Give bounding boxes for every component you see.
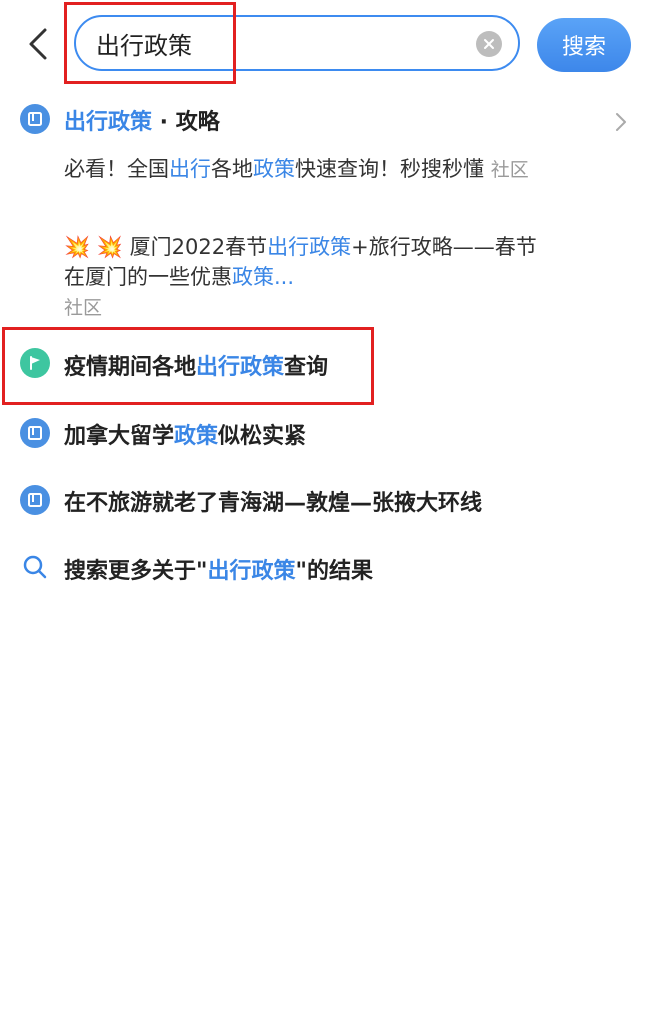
community-tag: 社区 (490, 159, 529, 181)
suggestion-policy-query[interactable]: 疫情期间各地出行政策查询 (64, 349, 328, 381)
chevron-right-icon[interactable] (611, 110, 631, 134)
search-page: 搜索 出行政策 · 攻略 必看！全国出行各地政策快速查询！秒搜秒懂 社区 💥 💥… (0, 0, 649, 1024)
guide-title-rest: · 攻略 (152, 110, 220, 135)
guide-icon (20, 418, 50, 448)
search-more-link[interactable]: 搜索更多关于"出行政策"的结果 (64, 553, 373, 585)
guide-title[interactable]: 出行政策 · 攻略 (64, 104, 220, 136)
community-tag: 社区 (64, 297, 103, 319)
chevron-left-icon (29, 28, 47, 60)
explosion-emoji: 💥 💥 (64, 235, 123, 259)
guide-icon (20, 485, 50, 515)
clear-button[interactable] (476, 31, 502, 57)
suggestion-canada-study[interactable]: 加拿大留学政策似松实紧 (64, 418, 306, 450)
search-input[interactable] (94, 28, 458, 58)
search-button[interactable]: 搜索 (537, 18, 631, 72)
suggestion-qinghai-loop[interactable]: 在不旅游就老了青海湖—敦煌—张掖大环线 (64, 485, 482, 517)
guide-title-highlight: 出行政策 (64, 110, 153, 135)
search-icon (23, 555, 47, 579)
back-button[interactable] (18, 22, 58, 66)
close-icon (484, 39, 494, 49)
guide-item-2[interactable]: 💥 💥 厦门2022春节出行政策+旅行攻略——春节在厦门的一些优惠政策... 社… (64, 232, 544, 323)
guide-item-1[interactable]: 必看！全国出行各地政策快速查询！秒搜秒懂 社区 (64, 154, 544, 185)
flag-icon (20, 348, 50, 378)
search-box[interactable] (74, 15, 520, 71)
guide-icon (20, 104, 50, 134)
